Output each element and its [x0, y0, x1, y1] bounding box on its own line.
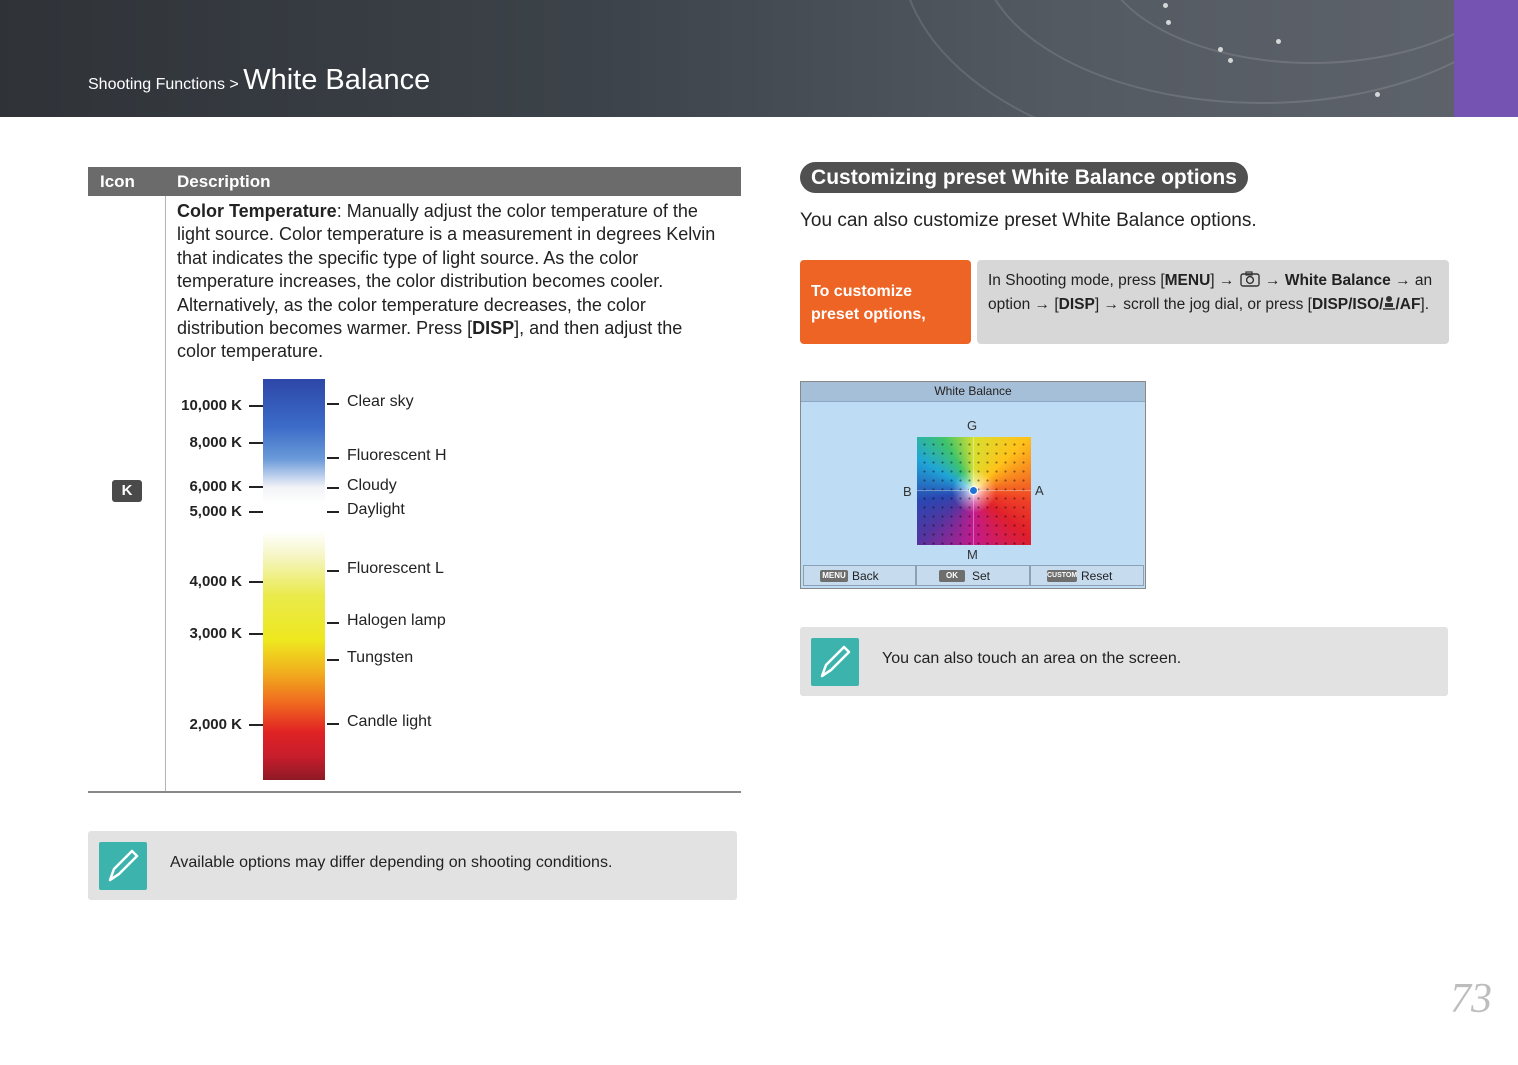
page-title: White Balance [243, 64, 431, 96]
kelvin-mode-icon: K [112, 480, 142, 502]
note-box: Available options may differ depending o… [88, 831, 737, 900]
kelvin-tick [249, 511, 263, 513]
step-text: ] → [1210, 272, 1239, 289]
disp-key: DISP [472, 318, 515, 339]
description-lead: Color Temperature [177, 201, 337, 221]
source-label: Halogen lamp [347, 612, 446, 629]
kelvin-tick [249, 633, 263, 635]
decor-dot [1228, 58, 1233, 63]
set-button[interactable]: OK Set [916, 565, 1030, 586]
kelvin-label: 6,000 K [189, 478, 242, 495]
axis-label-a: A [1035, 483, 1044, 498]
source-tick [327, 723, 339, 725]
column-header-description: Description [177, 172, 271, 191]
column-header-icon: Icon [100, 172, 135, 191]
step-text: ] → scroll the jog dial, or press [ [1094, 295, 1312, 313]
kelvin-tick [249, 442, 263, 444]
source-label: Cloudy [347, 477, 397, 494]
breadcrumb-section[interactable]: Shooting Functions > [88, 76, 239, 93]
white-balance-shift-grid[interactable] [917, 437, 1031, 545]
source-tick [327, 570, 339, 572]
step-label-box: To customize preset options, [800, 260, 971, 344]
kelvin-label: 8,000 K [189, 434, 242, 451]
kelvin-label: 5,000 K [189, 503, 242, 520]
step-label: To customize preset options, [811, 283, 926, 323]
decor-dot [1276, 39, 1281, 44]
kelvin-tick [249, 724, 263, 726]
shift-cursor[interactable] [969, 486, 978, 495]
set-label: Set [972, 569, 991, 583]
source-label: Fluorescent H [347, 447, 447, 464]
decor-dot [1218, 47, 1223, 52]
axis-label-g: G [967, 418, 978, 433]
disp-iso-key: DISP/ISO/ [1311, 295, 1384, 313]
description-text: Color Temperature: Manually adjust the c… [177, 200, 722, 364]
decor-dot [1166, 20, 1171, 25]
source-tick [327, 622, 339, 624]
step-text: → [1260, 272, 1285, 289]
kelvin-label: 10,000 K [181, 397, 242, 414]
source-tick [327, 511, 339, 513]
kelvin-label: 2,000 K [189, 716, 242, 733]
step-instructions: In Shooting mode, press [MENU] → → White… [977, 260, 1449, 344]
pencil-note-icon [99, 842, 147, 890]
source-tick [327, 487, 339, 489]
custom-badge: CUSTOM [1047, 570, 1077, 582]
menu-key: MENU [1164, 272, 1211, 289]
axis-label-b: B [903, 484, 912, 499]
back-label: Back [852, 569, 879, 583]
breadcrumb: Shooting Functions > White Balance [88, 64, 430, 97]
kelvin-tick [249, 581, 263, 583]
drive-mode-icon [1383, 295, 1396, 313]
color-temperature-bar [263, 379, 325, 780]
source-tick [327, 457, 339, 459]
camera-icon [1239, 271, 1261, 289]
kelvin-label: 3,000 K [189, 625, 242, 642]
page-number: 73 [1450, 976, 1492, 1022]
back-button[interactable]: MENU Back [803, 565, 916, 586]
source-label: Tungsten [347, 649, 414, 666]
table-header: Icon Description [88, 167, 741, 196]
menu-badge: MENU [820, 570, 848, 582]
section-intro: You can also customize preset White Bala… [800, 210, 1257, 231]
table-bottom-rule [88, 791, 741, 793]
kelvin-label: 4,000 K [189, 573, 242, 590]
af-key: /AF [1395, 295, 1421, 313]
header-accent-tab [1454, 0, 1518, 117]
white-balance-keyword: White Balance [1284, 272, 1391, 289]
disp-key: DISP [1058, 295, 1095, 313]
ok-badge: OK [939, 570, 965, 582]
kelvin-tick [249, 405, 263, 407]
screen-title: White Balance [801, 382, 1145, 402]
source-tick [327, 659, 339, 661]
note-text: Available options may differ depending o… [170, 854, 613, 871]
pencil-note-icon [811, 638, 859, 686]
note-text: You can also touch an area on the screen… [882, 650, 1182, 667]
axis-label-m: M [967, 547, 978, 562]
step-text: In Shooting mode, press [ [988, 272, 1165, 289]
source-label: Fluorescent L [347, 560, 444, 577]
decor-dot [1375, 92, 1380, 97]
camera-lcd-screenshot: White Balance G M B A MENU Back OK Set C… [800, 381, 1146, 589]
source-label: Daylight [347, 501, 405, 518]
kelvin-tick [249, 486, 263, 488]
reset-label: Reset [1081, 569, 1113, 583]
source-label: Candle light [347, 713, 432, 730]
decor-dot [1163, 3, 1168, 8]
header-banner: Shooting Functions > White Balance [0, 0, 1518, 117]
step-text: ]. [1420, 295, 1430, 313]
source-tick [327, 403, 339, 405]
source-label: Clear sky [347, 393, 414, 410]
section-heading: Customizing preset White Balance options [800, 162, 1248, 193]
note-box: You can also touch an area on the screen… [800, 627, 1448, 696]
reset-button[interactable]: CUSTOM Reset [1030, 565, 1144, 586]
